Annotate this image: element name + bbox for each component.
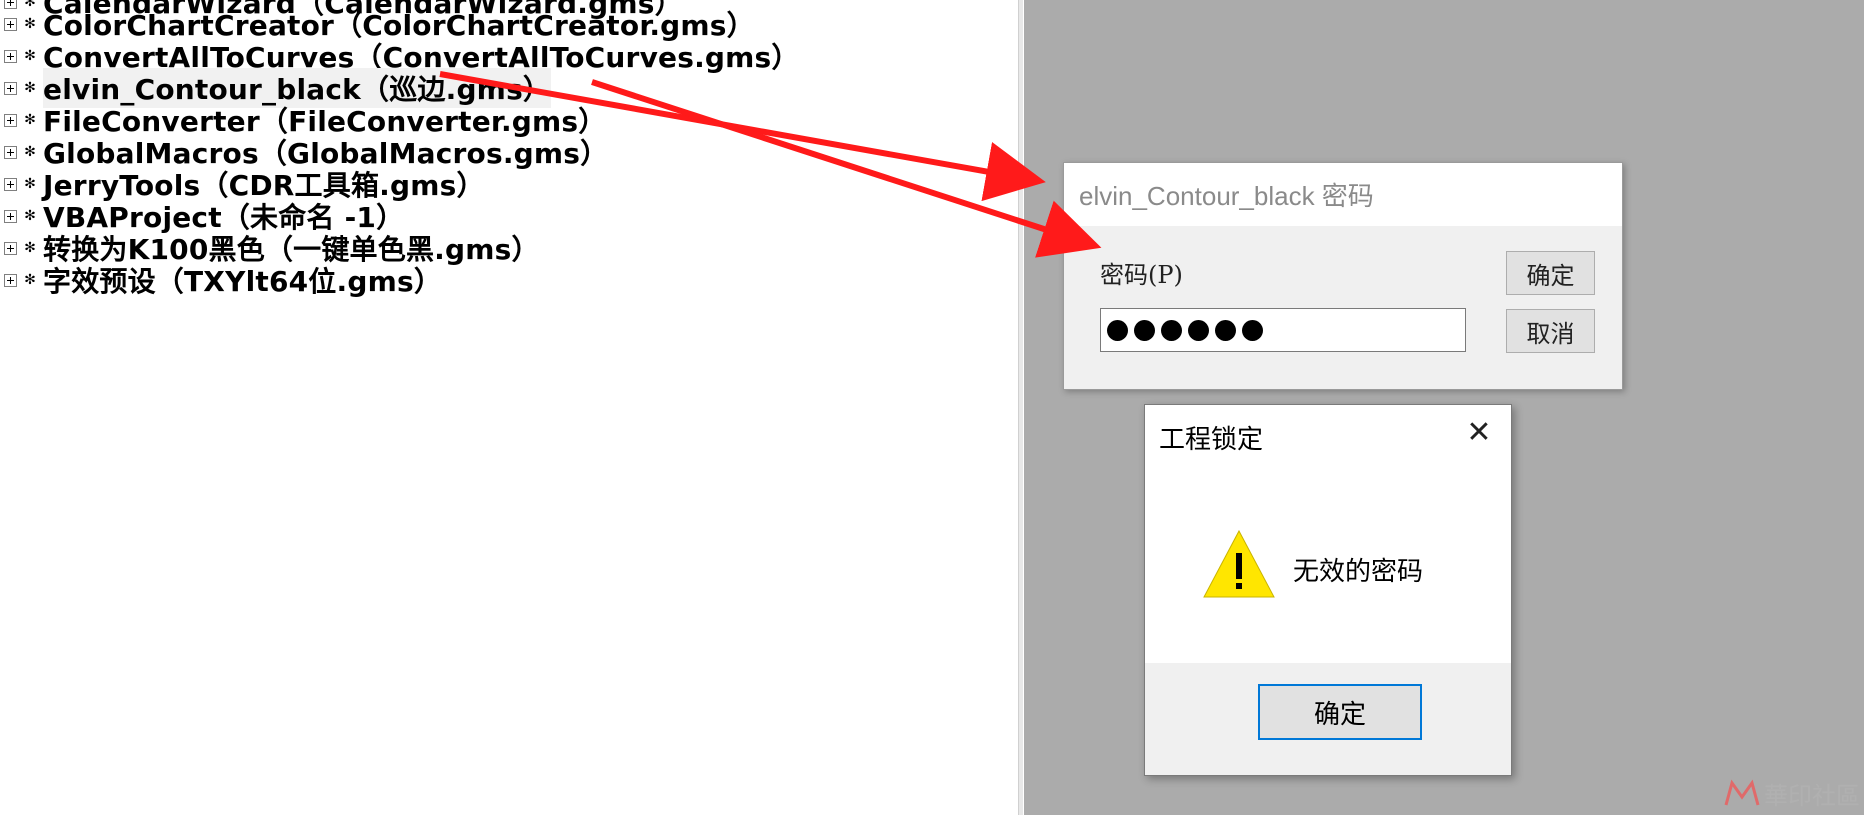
project-tree: ✻ CalendarWizard（CalendarWizard.gms） ✻ C… [0,0,1022,815]
panel-splitter[interactable] [1018,0,1023,815]
error-dialog-title: 工程锁定 [1159,425,1264,455]
expand-icon[interactable] [4,145,17,159]
expand-icon[interactable] [4,177,17,191]
watermark-text: 華印社區 [1764,782,1860,810]
expand-icon[interactable] [4,81,17,95]
gear-icon: ✻ [24,16,36,32]
tree-item-text-effects[interactable]: ✻ 字效预设（TXYlt64位.gms） [0,264,442,298]
password-mask-dot [1107,319,1128,341]
password-mask-dot [1215,319,1236,341]
gear-icon: ✻ [24,208,36,224]
gear-icon: ✻ [24,176,36,192]
gear-icon: ✻ [24,144,36,160]
gear-icon: ✻ [24,272,36,288]
gear-icon: ✻ [24,48,36,64]
error-ok-button[interactable]: 确定 [1258,684,1422,740]
gear-icon: ✻ [24,240,36,256]
password-mask-dot [1161,319,1182,341]
password-dialog: elvin_Contour_black 密码 密码(P) 确定 取消 [1063,162,1623,390]
warning-icon [1203,529,1275,598]
expand-icon[interactable] [4,209,17,223]
expand-icon[interactable] [4,49,17,63]
expand-icon[interactable] [4,273,17,287]
password-mask-dot [1242,319,1263,341]
gear-icon: ✻ [24,80,36,96]
expand-icon[interactable] [4,241,17,255]
password-label: 密码(P) [1100,261,1183,289]
watermark-logo-icon [1724,779,1760,805]
password-dialog-title: elvin_Contour_black 密码 [1064,163,1622,226]
gear-icon: ✻ [24,112,36,128]
password-mask-dot [1134,319,1155,341]
close-icon[interactable]: ✕ [1461,415,1497,451]
expand-icon[interactable] [4,17,17,31]
error-dialog-footer: 确定 [1145,663,1511,775]
expand-icon[interactable] [4,113,17,127]
project-locked-dialog: 工程锁定 ✕ 无效的密码 确定 [1144,404,1512,776]
password-input[interactable] [1100,308,1466,352]
password-mask-dot [1188,319,1209,341]
password-cancel-button[interactable]: 取消 [1506,309,1595,353]
watermark: 華印社區 [1724,776,1860,811]
password-ok-button[interactable]: 确定 [1506,251,1595,295]
error-message: 无效的密码 [1293,557,1424,587]
